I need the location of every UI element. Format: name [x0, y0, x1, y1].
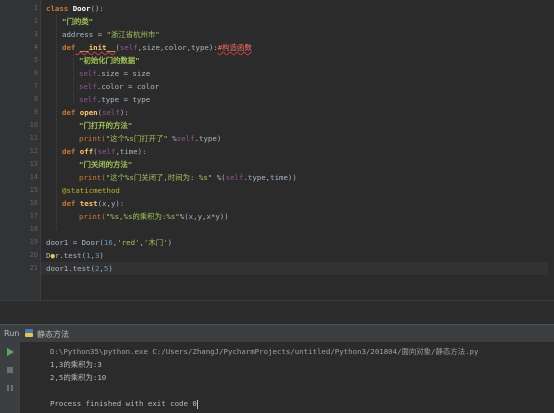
code-line-10[interactable]: "门打开的方法": [79, 119, 132, 132]
line-number: 18: [29, 225, 38, 233]
code-editor[interactable]: 1 2 3 4 5 6 7 8 9 10 11 12 13 14 15 16 1…: [0, 0, 554, 300]
code-line-19[interactable]: door1 = Door(16,'red','木门'): [46, 236, 172, 249]
line-number: 20: [29, 251, 38, 259]
line-number: 16: [29, 199, 38, 207]
indent-guide: [73, 54, 74, 104]
code-line-3[interactable]: address = "浙江省杭州市": [62, 28, 160, 41]
line-number: 11: [29, 134, 38, 142]
code-line-4[interactable]: def __init__(self,size,color,type):#构造函数: [62, 41, 252, 54]
run-config-name[interactable]: 静态方法: [37, 329, 69, 340]
code-line-13[interactable]: "门关闭的方法": [79, 158, 132, 171]
line-number: 1: [33, 4, 38, 12]
line-number: 2: [33, 17, 38, 25]
line-number: 4: [33, 43, 38, 51]
editor-scrollbar[interactable]: [548, 0, 554, 300]
code-line-14[interactable]: print("这个%s门关闭了,时间为: %s" %(self.type,tim…: [79, 171, 297, 184]
line-number: 21: [29, 264, 38, 272]
line-number: 7: [33, 82, 38, 90]
code-line-20[interactable]: D●r.test(1,3): [46, 249, 104, 262]
line-number: 6: [33, 69, 38, 77]
run-panel-header[interactable]: Run 静态方法: [0, 324, 554, 343]
run-toolbar: [0, 342, 36, 413]
line-number: 3: [33, 30, 38, 38]
stop-icon[interactable]: [4, 365, 16, 377]
code-line-7[interactable]: self.color = color: [79, 80, 159, 93]
code-line-8[interactable]: self.type = type: [79, 93, 150, 106]
code-line-11[interactable]: print("这个%s门打开了" %self.type): [79, 132, 221, 145]
code-line-9[interactable]: def open(self):: [62, 106, 129, 119]
rerun-icon[interactable]: [4, 347, 16, 359]
line-number: 15: [29, 186, 38, 194]
pause-icon[interactable]: [4, 383, 16, 395]
line-number-gutter[interactable]: 1 2 3 4 5 6 7 8 9 10 11 12 13 14 15 16 1…: [0, 0, 41, 300]
code-line-16[interactable]: def test(x,y):: [62, 197, 124, 210]
console-output-line: 2,5的乘积为:10: [50, 373, 107, 382]
code-line-15[interactable]: @staticmethod: [62, 184, 120, 197]
line-number: 12: [29, 147, 38, 155]
line-number: 10: [29, 121, 38, 129]
run-console-output[interactable]: D:\Python35\python.exe C:/Users/ZhangJ/P…: [20, 342, 554, 413]
indent-guide: [56, 15, 57, 230]
console-output-line: 1,3的乘积为:3: [50, 360, 102, 369]
line-number: 17: [29, 212, 38, 220]
line-number: 13: [29, 160, 38, 168]
code-line-17[interactable]: print("%s,%s的乘积为:%s"%(x,y,x*y)): [79, 210, 229, 223]
code-line-1[interactable]: class Door():: [46, 2, 104, 15]
code-line-6[interactable]: self.size = size: [79, 67, 150, 80]
python-config-icon: [24, 328, 34, 340]
code-line-21[interactable]: door1.test(2,5): [41, 262, 554, 275]
code-line-2[interactable]: "门的类": [62, 15, 93, 28]
run-tab-label[interactable]: Run: [4, 329, 19, 338]
panel-splitter[interactable]: [0, 300, 554, 325]
code-line-12[interactable]: def off(self,time):: [62, 145, 147, 158]
line-number: 9: [33, 108, 38, 116]
line-number: 14: [29, 173, 38, 181]
line-number: 19: [29, 238, 38, 246]
line-number: 8: [33, 95, 38, 103]
line-number: 5: [33, 56, 38, 64]
console-command-line: D:\Python35\python.exe C:/Users/ZhangJ/P…: [50, 347, 479, 356]
code-line-5[interactable]: "初始化门的数据": [79, 54, 140, 67]
text-cursor: [196, 399, 198, 409]
console-exit-line: Process finished with exit code 0: [50, 399, 198, 409]
